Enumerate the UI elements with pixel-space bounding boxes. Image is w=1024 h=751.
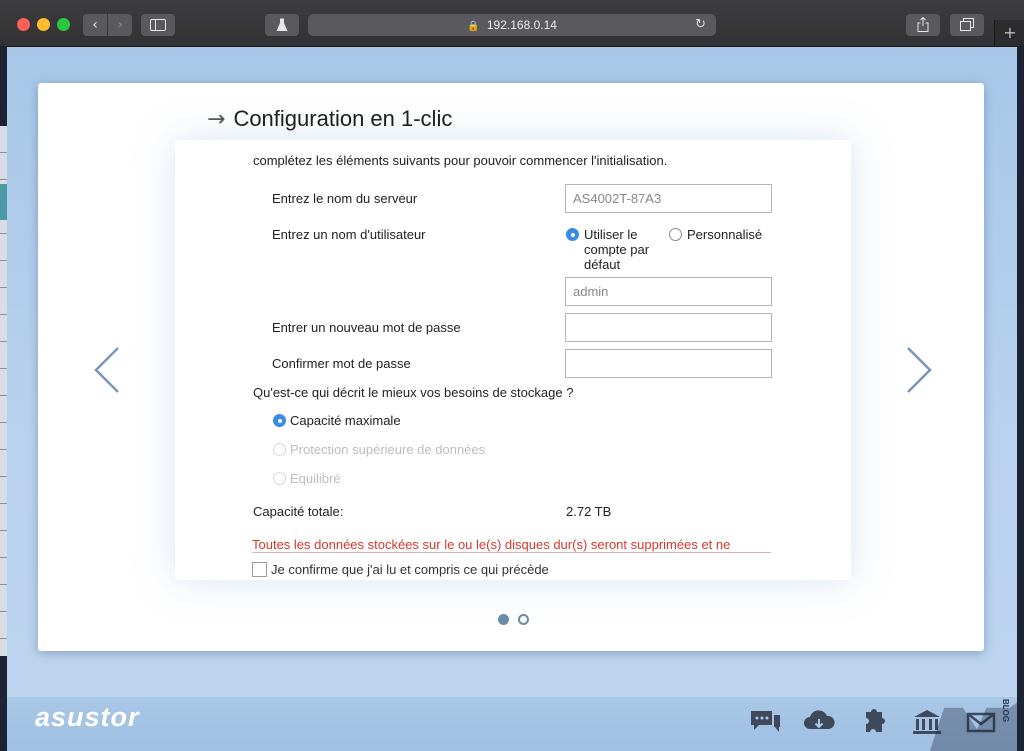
server-name-label: Entrez le nom du serveur <box>272 191 418 206</box>
next-step-arrow[interactable] <box>904 345 934 395</box>
watermark-text: BLOG <box>1001 699 1010 723</box>
chevron-right-icon: › <box>117 17 123 33</box>
step-dot-1[interactable] <box>498 614 509 625</box>
custom-account-radio[interactable] <box>669 228 682 241</box>
minimize-window-button[interactable] <box>37 18 50 31</box>
page-title: → Configuration en 1-clic <box>207 106 453 132</box>
plus-icon: + <box>1003 23 1017 42</box>
chevron-left-icon: ‹ <box>92 17 98 33</box>
arrow-right-icon: → <box>207 107 226 132</box>
custom-account-label: Personnalisé <box>687 227 763 242</box>
tabs-overview-button[interactable] <box>950 14 984 36</box>
share-icon <box>917 16 929 32</box>
storage-question: Qu'est-ce qui décrit le mieux vos besoin… <box>253 385 574 400</box>
maximize-window-button[interactable] <box>57 18 70 31</box>
new-password-input[interactable] <box>565 313 772 342</box>
data-erase-warning: Toutes les données stockées sur le ou le… <box>252 537 731 552</box>
url-text: 192.168.0.14 <box>486 18 557 32</box>
storage-option-balanced-radio <box>273 472 286 485</box>
lock-icon: 🔒 <box>467 21 480 32</box>
background-window-edge <box>0 126 7 656</box>
step-dot-2[interactable] <box>518 614 529 625</box>
sidebar-toggle-button[interactable] <box>141 14 175 36</box>
confirm-checkbox-label[interactable]: Je confirme que j'ai lu et compris ce qu… <box>271 562 549 577</box>
asustor-logo: asustor <box>35 702 140 732</box>
intro-text: complétez les éléments suivants pour pou… <box>253 153 668 168</box>
cloud-download-icon[interactable] <box>802 707 836 737</box>
confirm-checkbox[interactable] <box>252 562 267 577</box>
share-button[interactable] <box>906 14 940 36</box>
reload-icon[interactable]: ↻ <box>695 14 706 36</box>
new-password-label: Entrer un nouveau mot de passe <box>272 320 461 335</box>
storage-option-max-capacity-label: Capacité maximale <box>290 413 401 428</box>
sidebar-icon <box>150 19 166 31</box>
previous-step-arrow[interactable] <box>92 345 122 395</box>
confirm-password-input[interactable] <box>565 349 772 378</box>
browser-toolbar: ‹ › 🔒 192.168.0.14 ↻ + <box>0 0 1024 47</box>
storage-option-max-capacity-radio[interactable] <box>273 414 286 427</box>
default-account-label: Utiliser le compte par défaut <box>584 227 650 272</box>
forward-button[interactable]: › <box>108 14 132 36</box>
new-tab-button[interactable]: + <box>994 20 1024 46</box>
warning-divider <box>252 552 771 553</box>
confirm-password-label: Confirmer mot de passe <box>272 356 411 371</box>
tabs-icon <box>960 18 974 31</box>
storage-option-protection-radio <box>273 443 286 456</box>
username-input[interactable] <box>565 277 772 306</box>
total-capacity-label: Capacité totale: <box>253 504 344 519</box>
username-label: Entrez un nom d'utilisateur <box>272 227 426 242</box>
default-account-radio[interactable] <box>566 228 579 241</box>
flask-icon <box>276 18 288 31</box>
close-window-button[interactable] <box>17 18 30 31</box>
settings-puzzle-icon[interactable] <box>856 707 890 737</box>
total-capacity-value: 2.72 TB <box>566 504 612 519</box>
server-name-input[interactable] <box>565 184 772 213</box>
footer-bar: asustor <box>7 697 1017 751</box>
storage-option-protection-label: Protection supérieure de données <box>290 442 486 457</box>
storage-option-balanced-label: Equilibré <box>290 471 341 486</box>
chat-icon[interactable] <box>748 707 782 737</box>
address-bar[interactable]: 🔒 192.168.0.14 ↻ <box>308 14 716 36</box>
back-button[interactable]: ‹ <box>83 14 107 36</box>
develop-button[interactable] <box>265 14 299 36</box>
